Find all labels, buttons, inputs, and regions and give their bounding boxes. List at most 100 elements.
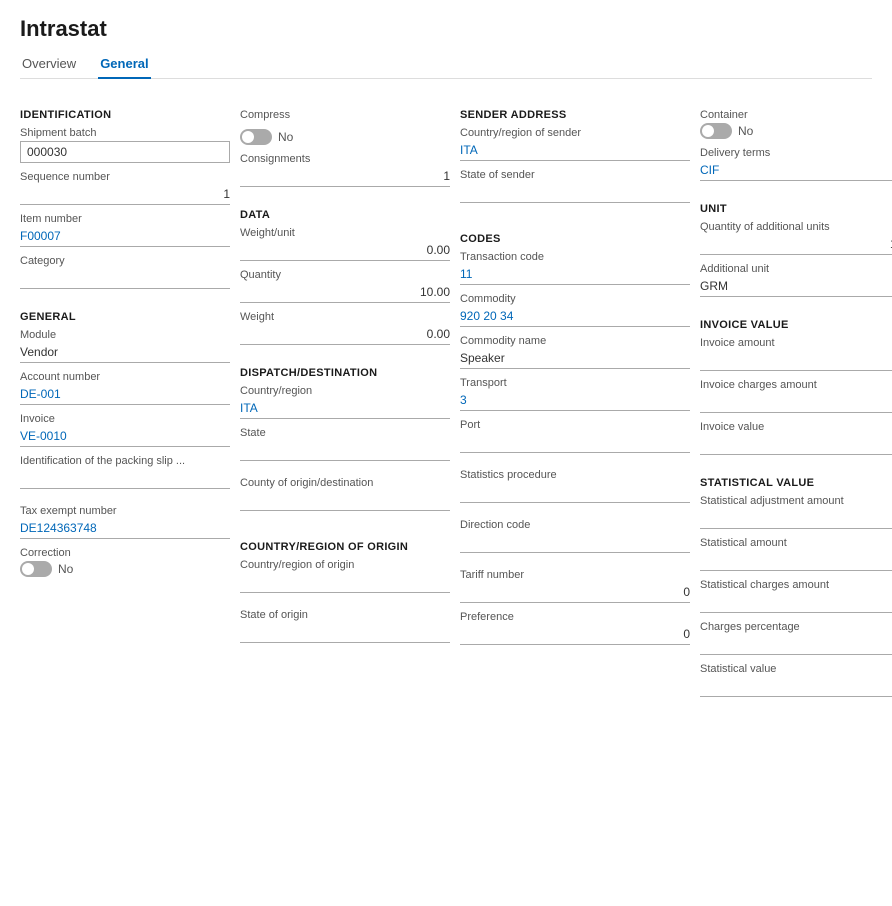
container-toggle-row: No: [700, 123, 892, 139]
weight-unit-value[interactable]: 0.00: [240, 241, 450, 261]
correction-toggle-label: No: [58, 562, 73, 576]
weight-field: Weight 0.00: [240, 311, 450, 345]
tax-exempt-value[interactable]: DE124363748: [20, 519, 230, 539]
stat-value-value[interactable]: 0.00: [700, 677, 892, 697]
category-value[interactable]: [20, 269, 230, 289]
container-label: Container: [700, 109, 892, 121]
weight-value[interactable]: 0.00: [240, 325, 450, 345]
correction-toggle-row: No: [20, 561, 230, 577]
stat-value-field: Statistical value 0.00: [700, 663, 892, 697]
additional-unit-value: GRM: [700, 277, 892, 297]
port-field: Port: [460, 419, 690, 461]
stat-value-label: Statistical value: [700, 663, 892, 675]
commodity-value[interactable]: 920 20 34: [460, 307, 690, 327]
tab-general[interactable]: General: [98, 50, 150, 79]
column-4: Container No Delivery terms CIF UNIT Qua…: [700, 95, 892, 705]
statistics-procedure-label: Statistics procedure: [460, 469, 690, 481]
stat-charges-value[interactable]: 0.00: [700, 593, 892, 613]
invoice-label: Invoice: [20, 413, 230, 425]
state-origin-label: State of origin: [240, 609, 450, 621]
account-number-value[interactable]: DE-001: [20, 385, 230, 405]
shipment-batch-label: Shipment batch: [20, 127, 230, 139]
consignments-field: Consignments 1: [240, 153, 450, 187]
category-label: Category: [20, 255, 230, 267]
invoice-value-field: Invoice value 0.00: [700, 421, 892, 455]
preference-field: Preference 0: [460, 611, 690, 645]
commodity-name-label: Commodity name: [460, 335, 690, 347]
correction-field: Correction No: [20, 547, 230, 585]
stat-amount-value[interactable]: 0.00: [700, 551, 892, 571]
quantity-value[interactable]: 10.00: [240, 283, 450, 303]
correction-toggle[interactable]: [20, 561, 52, 577]
form-grid: IDENTIFICATION Shipment batch 000030 Seq…: [20, 95, 872, 705]
dispatch-country-value[interactable]: ITA: [240, 399, 450, 419]
container-toggle[interactable]: [700, 123, 732, 139]
invoice-charges-value[interactable]: 0.00: [700, 393, 892, 413]
compress-toggle-row: No: [240, 129, 450, 145]
stat-adj-value[interactable]: 0.00: [700, 509, 892, 529]
packing-slip-value[interactable]: [20, 469, 230, 489]
state-origin-value[interactable]: [240, 623, 450, 643]
country-sender-value[interactable]: ITA: [460, 141, 690, 161]
page-title: Intrastat: [20, 16, 872, 42]
transport-value[interactable]: 3: [460, 391, 690, 411]
item-number-value[interactable]: F00007: [20, 227, 230, 247]
state-origin-field: State of origin: [240, 609, 450, 651]
additional-unit-label: Additional unit: [700, 263, 892, 275]
delivery-terms-field: Delivery terms CIF: [700, 147, 892, 181]
correction-label: Correction: [20, 547, 230, 559]
qty-additional-value[interactable]: 10.00: [700, 235, 892, 255]
dispatch-state-value[interactable]: [240, 441, 450, 461]
direction-code-value[interactable]: [460, 533, 690, 553]
invoice-amount-label: Invoice amount: [700, 337, 892, 349]
delivery-terms-value[interactable]: CIF: [700, 161, 892, 181]
transaction-code-value[interactable]: 11: [460, 265, 690, 285]
tax-exempt-label: Tax exempt number: [20, 505, 230, 517]
commodity-name-field: Commodity name Speaker: [460, 335, 690, 369]
stat-charges-label: Statistical charges amount: [700, 579, 892, 591]
invoice-value-value[interactable]: 0.00: [700, 435, 892, 455]
qty-additional-field: Quantity of additional units 10.00: [700, 221, 892, 255]
category-field: Category: [20, 255, 230, 289]
preference-label: Preference: [460, 611, 690, 623]
sequence-number-value: 1: [20, 185, 230, 205]
invoice-value-label: Invoice value: [700, 421, 892, 433]
compress-toggle[interactable]: [240, 129, 272, 145]
shipment-batch-field: Shipment batch 000030: [20, 127, 230, 163]
port-value[interactable]: [460, 433, 690, 453]
module-field: Module Vendor: [20, 329, 230, 363]
invoice-charges-label: Invoice charges amount: [700, 379, 892, 391]
country-sender-field: Country/region of sender ITA: [460, 127, 690, 161]
state-sender-value[interactable]: [460, 183, 690, 203]
tariff-number-value[interactable]: 0: [460, 583, 690, 603]
tab-overview[interactable]: Overview: [20, 50, 78, 79]
dispatch-state-label: State: [240, 427, 450, 439]
item-number-field: Item number F00007: [20, 213, 230, 247]
shipment-batch-value[interactable]: 000030: [20, 141, 230, 163]
weight-unit-field: Weight/unit 0.00: [240, 227, 450, 261]
container-toggle-label: No: [738, 124, 753, 138]
general-header: GENERAL: [20, 311, 230, 323]
module-label: Module: [20, 329, 230, 341]
additional-unit-field: Additional unit GRM: [700, 263, 892, 297]
statistics-procedure-value[interactable]: [460, 483, 690, 503]
module-value: Vendor: [20, 343, 230, 363]
country-origin-value[interactable]: [240, 573, 450, 593]
direction-code-field: Direction code: [460, 519, 690, 561]
invoice-amount-value[interactable]: 0.00: [700, 351, 892, 371]
stat-adj-field: Statistical adjustment amount 0.00: [700, 495, 892, 529]
consignments-value: 1: [240, 167, 450, 187]
charges-pct-value[interactable]: 0.00: [700, 635, 892, 655]
state-sender-label: State of sender: [460, 169, 690, 181]
packing-slip-field: Identification of the packing slip ...: [20, 455, 230, 497]
county-value[interactable]: [240, 491, 450, 511]
tax-exempt-field: Tax exempt number DE124363748: [20, 505, 230, 539]
direction-code-label: Direction code: [460, 519, 690, 531]
preference-value[interactable]: 0: [460, 625, 690, 645]
sender-header: SENDER ADDRESS: [460, 109, 690, 121]
quantity-label: Quantity: [240, 269, 450, 281]
item-number-label: Item number: [20, 213, 230, 225]
invoice-value[interactable]: VE-0010: [20, 427, 230, 447]
county-label: County of origin/destination: [240, 477, 450, 489]
sequence-number-label: Sequence number: [20, 171, 230, 183]
